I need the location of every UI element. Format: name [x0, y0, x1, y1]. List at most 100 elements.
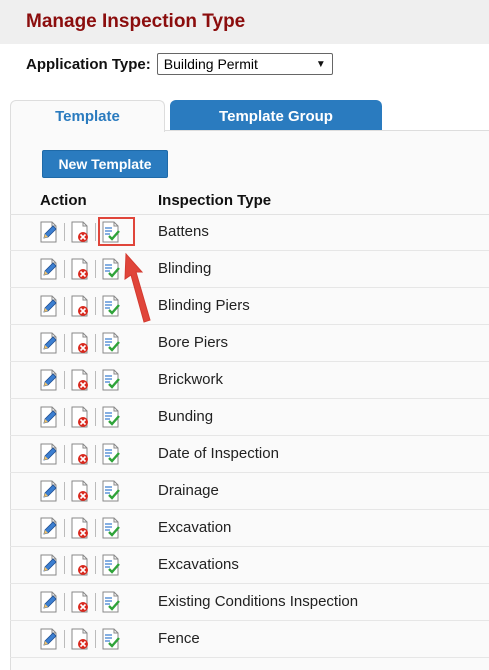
checklist-icon[interactable]	[101, 295, 121, 317]
action-separator	[64, 556, 65, 574]
edit-icon[interactable]	[39, 221, 59, 243]
checklist-icon[interactable]	[101, 369, 121, 391]
edit-icon[interactable]	[39, 406, 59, 428]
row-actions	[39, 369, 121, 391]
edit-icon[interactable]	[39, 369, 59, 391]
delete-icon[interactable]	[70, 628, 90, 650]
table-row: Date of Inspection	[10, 436, 489, 473]
application-type-select[interactable]: Building Permit ▼	[156, 53, 333, 75]
edit-icon[interactable]	[39, 480, 59, 502]
delete-icon[interactable]	[70, 591, 90, 613]
edit-icon[interactable]	[39, 554, 59, 576]
inspection-type-name[interactable]: Existing Conditions Inspection	[158, 593, 358, 610]
row-actions	[39, 517, 121, 539]
edit-icon[interactable]	[39, 258, 59, 280]
action-separator	[95, 408, 96, 426]
checklist-icon[interactable]	[101, 517, 121, 539]
red-arrow-annotation	[124, 252, 151, 323]
row-actions	[39, 591, 121, 613]
table-row: Bore Piers	[10, 325, 489, 362]
checklist-highlight-box	[98, 217, 135, 246]
page-header: Manage Inspection Type	[0, 0, 489, 44]
action-separator	[95, 334, 96, 352]
delete-icon[interactable]	[70, 369, 90, 391]
edit-icon[interactable]	[39, 443, 59, 465]
action-separator	[64, 297, 65, 315]
action-separator	[95, 445, 96, 463]
checklist-icon[interactable]	[101, 406, 121, 428]
inspection-type-name[interactable]: Bunding	[158, 408, 213, 425]
delete-icon[interactable]	[70, 406, 90, 428]
delete-icon[interactable]	[70, 443, 90, 465]
delete-icon[interactable]	[70, 221, 90, 243]
table-row: Existing Conditions Inspection	[10, 584, 489, 621]
row-actions	[39, 406, 121, 428]
new-template-button[interactable]: New Template	[42, 150, 168, 178]
application-type-filter: Application Type: Building Permit ▼	[26, 53, 333, 75]
inspection-type-name[interactable]: Blinding Piers	[158, 297, 250, 314]
row-actions	[39, 295, 121, 317]
row-actions	[39, 554, 121, 576]
action-separator	[95, 482, 96, 500]
inspection-type-name[interactable]: Excavation	[158, 519, 231, 536]
action-separator	[64, 371, 65, 389]
inspection-type-name[interactable]: Excavations	[158, 556, 239, 573]
action-separator	[95, 630, 96, 648]
application-type-label: Application Type:	[26, 55, 151, 73]
table-row: Bunding	[10, 399, 489, 436]
checklist-icon[interactable]	[101, 628, 121, 650]
delete-icon[interactable]	[70, 258, 90, 280]
action-separator	[64, 593, 65, 611]
application-type-value: Building Permit	[163, 56, 258, 72]
action-separator	[64, 519, 65, 537]
inspection-type-name[interactable]: Bore Piers	[158, 334, 228, 351]
row-actions	[39, 480, 121, 502]
action-separator	[95, 371, 96, 389]
inspection-type-name[interactable]: Fence	[158, 630, 200, 647]
checklist-icon[interactable]	[101, 258, 121, 280]
column-header-action: Action	[40, 192, 87, 209]
action-separator	[64, 334, 65, 352]
page-title: Manage Inspection Type	[26, 11, 246, 32]
row-actions	[39, 258, 121, 280]
inspection-type-name[interactable]: Battens	[158, 223, 209, 240]
action-separator	[95, 519, 96, 537]
delete-icon[interactable]	[70, 554, 90, 576]
inspection-type-name[interactable]: Blinding	[158, 260, 211, 277]
inspection-type-name[interactable]: Date of Inspection	[158, 445, 279, 462]
edit-icon[interactable]	[39, 628, 59, 650]
action-separator	[64, 223, 65, 241]
delete-icon[interactable]	[70, 480, 90, 502]
checklist-icon[interactable]	[101, 480, 121, 502]
table-row: Excavations	[10, 547, 489, 584]
edit-icon[interactable]	[39, 332, 59, 354]
inspection-type-name[interactable]: Brickwork	[158, 371, 223, 388]
tab-template-group[interactable]: Template Group	[170, 100, 382, 132]
table-row: Battens	[10, 214, 489, 251]
action-separator	[64, 408, 65, 426]
table-row: Blinding Piers	[10, 288, 489, 325]
delete-icon[interactable]	[70, 517, 90, 539]
dropdown-arrow-icon: ▼	[315, 58, 326, 70]
column-header-inspection-type: Inspection Type	[158, 192, 272, 209]
table-row: Excavation	[10, 510, 489, 547]
checklist-icon[interactable]	[101, 554, 121, 576]
delete-icon[interactable]	[70, 332, 90, 354]
action-separator	[64, 260, 65, 278]
table-row: Blinding	[10, 251, 489, 288]
edit-icon[interactable]	[39, 591, 59, 613]
inspection-type-name[interactable]: Drainage	[158, 482, 219, 499]
action-separator	[64, 482, 65, 500]
action-separator	[95, 556, 96, 574]
checklist-icon[interactable]	[101, 591, 121, 613]
edit-icon[interactable]	[39, 517, 59, 539]
checklist-icon[interactable]	[101, 443, 121, 465]
action-separator	[95, 297, 96, 315]
checklist-icon[interactable]	[101, 332, 121, 354]
delete-icon[interactable]	[70, 295, 90, 317]
edit-icon[interactable]	[39, 295, 59, 317]
tab-template[interactable]: Template	[10, 100, 165, 132]
table-row: Fence	[10, 621, 489, 658]
row-actions	[39, 628, 121, 650]
action-separator	[64, 445, 65, 463]
